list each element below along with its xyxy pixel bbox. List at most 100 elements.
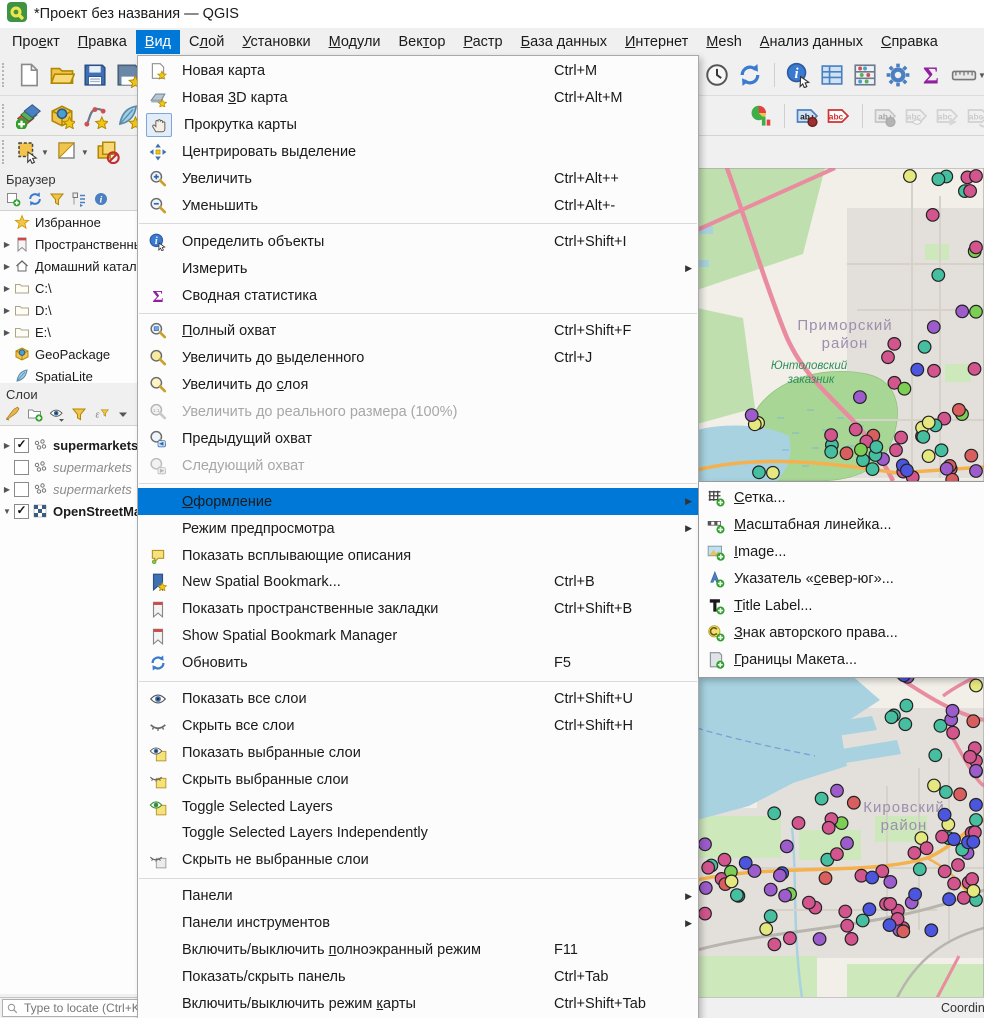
view-menu-item-23[interactable]: Show Spatial Bookmark Manager: [138, 623, 698, 650]
menubar-item-установки[interactable]: Установки: [233, 30, 319, 54]
view-menu-item-38[interactable]: Включить/выключить режим картыCtrl+Shift…: [138, 990, 698, 1017]
view-menu-item-11[interactable]: Полный охватCtrl+Shift+F: [138, 318, 698, 345]
menubar-item-анализ-данных[interactable]: Анализ данных: [751, 30, 872, 54]
view-menu-item-9[interactable]: ΣСводная статистика: [138, 282, 698, 309]
add-group-button[interactable]: [27, 406, 43, 422]
browser-item-d-[interactable]: ▶D:\: [0, 299, 137, 321]
layer-visibility-checkbox[interactable]: ✓: [14, 438, 29, 453]
view-menu-item-30[interactable]: Toggle Selected Layers: [138, 793, 698, 820]
view-menu-item-21[interactable]: New Spatial Bookmark...Ctrl+B: [138, 569, 698, 596]
new-geopackage-button[interactable]: [49, 103, 75, 129]
expand-arrow-icon[interactable]: ▶: [0, 306, 14, 315]
view-menu-item-20[interactable]: Показать всплывающие описания: [138, 542, 698, 569]
view-menu-item-12[interactable]: Увеличить до выделенногоCtrl+J: [138, 345, 698, 372]
attribute-table-button[interactable]: [819, 62, 845, 88]
decorations-item-2[interactable]: Image...: [699, 538, 984, 565]
view-menu-item-2[interactable]: Прокрутка карты: [138, 112, 698, 139]
view-menu-item-29[interactable]: Скрыть выбранные слои: [138, 766, 698, 793]
decorations-item-5[interactable]: Знак авторского права...: [699, 619, 984, 646]
expand-arrow-icon[interactable]: ▶: [0, 485, 14, 494]
label-abc-button[interactable]: abc: [827, 104, 851, 128]
browser-item-пространственные-закладки[interactable]: ▶Пространственные закладки: [0, 233, 137, 255]
browser-item-e-[interactable]: ▶E:\: [0, 321, 137, 343]
processing-gear-button[interactable]: [885, 62, 911, 88]
browser-filter-button[interactable]: [49, 191, 65, 207]
statistics-button[interactable]: [852, 62, 878, 88]
menubar-item-справка[interactable]: Справка: [872, 30, 947, 54]
layer-visibility-checkbox[interactable]: [14, 460, 29, 475]
menubar-item-вектор[interactable]: Вектор: [390, 30, 455, 54]
identify-tool-button[interactable]: i: [786, 62, 812, 88]
menubar-item-интернет[interactable]: Интернет: [616, 30, 697, 54]
layer-row-1[interactable]: supermarkets: [0, 456, 137, 478]
decorations-item-0[interactable]: Сетка...: [699, 484, 984, 511]
new-shapefile-button[interactable]: [82, 103, 108, 129]
view-menu-item-36[interactable]: Включить/выключить полноэкранный режимF1…: [138, 937, 698, 964]
view-menu-item-18[interactable]: Оформление▶: [138, 488, 698, 515]
view-menu-item-15[interactable]: Предыдущий охват: [138, 426, 698, 453]
browser-refresh-button[interactable]: [27, 191, 43, 207]
caret-small-button[interactable]: [115, 406, 131, 422]
decorations-item-1[interactable]: Масштабная линейка...: [699, 511, 984, 538]
save-project-button[interactable]: [82, 62, 108, 88]
expand-arrow-icon[interactable]: ▶: [0, 262, 14, 271]
select-overlap-button[interactable]: [96, 140, 120, 164]
view-menu-item-28[interactable]: Показать выбранные слои: [138, 739, 698, 766]
decorations-item-4[interactable]: Title Label...: [699, 592, 984, 619]
view-menu-item-5[interactable]: УменьшитьCtrl+Alt+-: [138, 192, 698, 219]
new-project-button[interactable]: [16, 62, 42, 88]
toolbar-grip[interactable]: [2, 140, 9, 164]
expand-arrow-icon[interactable]: ▶: [0, 240, 14, 249]
style-manager-button[interactable]: [5, 406, 21, 422]
view-menu-item-35[interactable]: Панели инструментов▶: [138, 910, 698, 937]
menubar-item-растр[interactable]: Растр: [454, 30, 511, 54]
toolbar-grip[interactable]: [2, 104, 9, 128]
menubar-item-слой[interactable]: Слой: [180, 30, 233, 54]
view-menu-item-22[interactable]: Показать пространственные закладкиCtrl+S…: [138, 596, 698, 623]
view-menu-item-27[interactable]: Скрыть все слоиCtrl+Shift+H: [138, 712, 698, 739]
view-menu-item-8[interactable]: Измерить▶: [138, 255, 698, 282]
view-menu-item-7[interactable]: iОпределить объектыCtrl+Shift+I: [138, 228, 698, 255]
menubar-item-вид[interactable]: Вид: [136, 30, 180, 54]
view-menu-item-13[interactable]: Увеличить до слоя: [138, 372, 698, 399]
dropdown-caret-icon[interactable]: ▼: [81, 148, 89, 157]
menubar-item-правка[interactable]: Правка: [69, 30, 136, 54]
select-features-button[interactable]: ▼: [16, 140, 49, 164]
browser-props-button[interactable]: i: [93, 191, 109, 207]
expression-filter-button[interactable]: ε: [93, 406, 109, 422]
layer-row-3[interactable]: ▼✓OpenStreetMap: [0, 500, 137, 522]
decorations-item-6[interactable]: Границы Макета...: [699, 647, 984, 674]
map-refresh-button[interactable]: [737, 62, 763, 88]
expand-arrow-icon[interactable]: ▼: [0, 507, 14, 516]
expand-arrow-icon[interactable]: ▶: [0, 328, 14, 337]
collapse-all-button[interactable]: [71, 191, 87, 207]
layer-row-2[interactable]: ▶supermarkets: [0, 478, 137, 500]
dropdown-caret-icon[interactable]: ▼: [978, 71, 984, 80]
dropdown-caret-icon[interactable]: ▼: [41, 148, 49, 157]
datasource-layers-button[interactable]: [16, 103, 42, 129]
view-menu-item-31[interactable]: Toggle Selected Layers Independently: [138, 820, 698, 847]
add-source-button[interactable]: [5, 191, 21, 207]
browser-item-spatialite[interactable]: SpatiaLite: [0, 365, 137, 387]
legend-filter-button[interactable]: [71, 406, 87, 422]
open-project-button[interactable]: [49, 62, 75, 88]
view-menu-item-32[interactable]: Скрыть не выбранные слои: [138, 847, 698, 874]
temporal-clock-button[interactable]: [704, 62, 730, 88]
view-menu-item-34[interactable]: Панели▶: [138, 883, 698, 910]
browser-item-c-[interactable]: ▶C:\: [0, 277, 137, 299]
expand-arrow-icon[interactable]: ▶: [0, 441, 14, 450]
view-menu-item-37[interactable]: Показать/скрыть панельCtrl+Tab: [138, 964, 698, 991]
view-menu-item-0[interactable]: Новая картаCtrl+M: [138, 58, 698, 85]
toolbar-grip[interactable]: [2, 63, 9, 87]
browser-item-домашний-каталог[interactable]: ▶Домашний каталог: [0, 255, 137, 277]
view-menu-item-24[interactable]: ОбновитьF5: [138, 650, 698, 677]
layer-visibility-checkbox[interactable]: [14, 482, 29, 497]
decorations-item-3[interactable]: Указатель «север-юг»...: [699, 565, 984, 592]
diagram-tool-button[interactable]: [749, 104, 773, 128]
layer-visibility-button[interactable]: [49, 406, 65, 422]
menubar-item-модули[interactable]: Модули: [320, 30, 390, 54]
menubar-item-проект[interactable]: Проект: [3, 30, 69, 54]
browser-item-geopackage[interactable]: GeoPackage: [0, 343, 137, 365]
menubar-item-база-данных[interactable]: База данных: [512, 30, 616, 54]
view-menu-item-1[interactable]: Новая 3D картаCtrl+Alt+M: [138, 85, 698, 112]
